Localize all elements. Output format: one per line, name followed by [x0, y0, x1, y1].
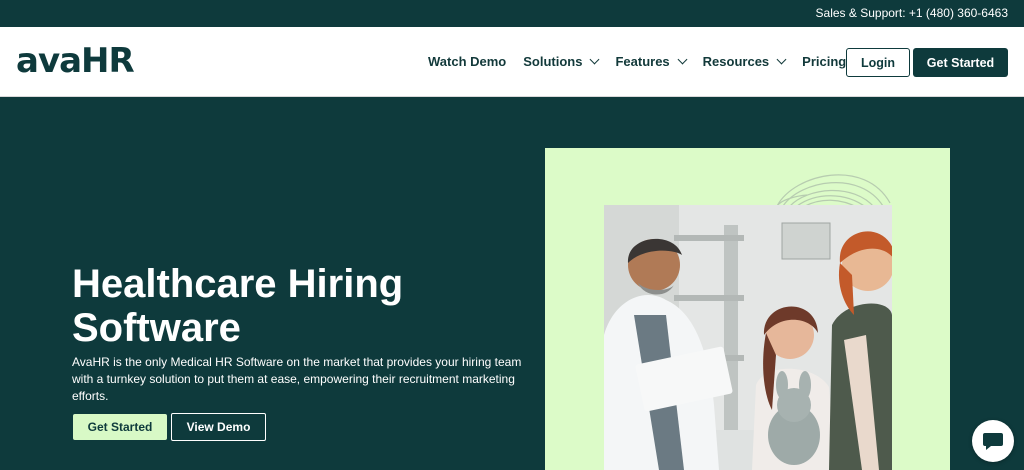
nav-pricing[interactable]: Pricing [802, 54, 846, 69]
login-button[interactable]: Login [846, 48, 910, 77]
hero-get-started-button[interactable]: Get Started [73, 414, 167, 440]
hero-title: Healthcare Hiring Software [72, 262, 404, 350]
nav-solutions-label: Solutions [523, 54, 583, 69]
hero-view-demo-button[interactable]: View Demo [171, 413, 266, 441]
header: avaHR Watch Demo Solutions Features Reso… [0, 27, 1024, 97]
chevron-down-icon [590, 54, 600, 65]
hero-description: AvaHR is the only Medical HR Software on… [72, 355, 522, 403]
nav-resources[interactable]: Resources [702, 54, 787, 69]
doctor-patient-photo [604, 205, 892, 470]
nav-watch-demo-label: Watch Demo [428, 54, 507, 69]
nav-resources-label: Resources [702, 54, 770, 69]
logo[interactable]: avaHR [16, 41, 135, 81]
get-started-button[interactable]: Get Started [913, 48, 1008, 77]
sales-support-text[interactable]: Sales & Support: +1 (480) 360-6463 [816, 6, 1008, 20]
nav-pricing-label: Pricing [802, 54, 847, 69]
nav-features-label: Features [615, 54, 670, 69]
chevron-down-icon [677, 54, 688, 65]
nav-solutions[interactable]: Solutions [523, 54, 600, 69]
nav-features[interactable]: Features [615, 54, 688, 69]
nav-watch-demo[interactable]: Watch Demo [428, 54, 506, 69]
chevron-down-icon [776, 54, 787, 65]
chat-button[interactable] [972, 420, 1014, 462]
main-nav: Watch Demo Solutions Features Resources … [428, 54, 863, 69]
chat-bubble-icon [983, 433, 1003, 450]
top-bar: Sales & Support: +1 (480) 360-6463 [0, 0, 1024, 27]
